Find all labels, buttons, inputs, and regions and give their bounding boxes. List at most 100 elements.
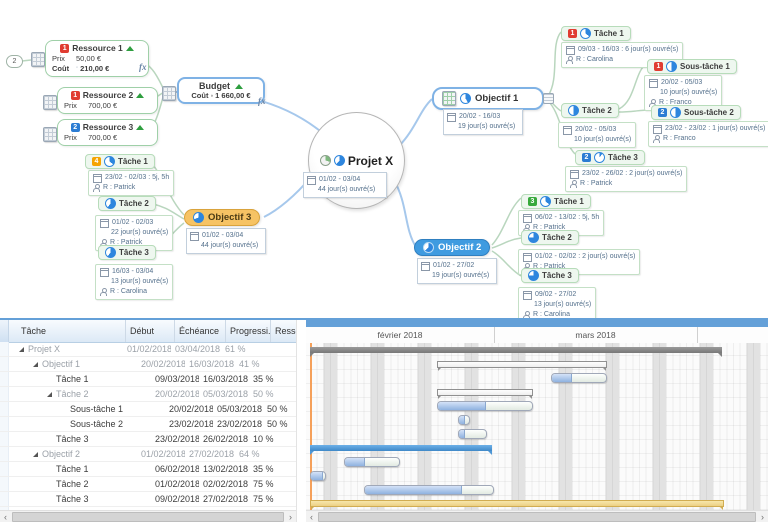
gantt-bar-objectif-1[interactable] xyxy=(437,361,607,368)
dates-text: 23/02 - 26/02 : 2 jour(s) ouvré(s) xyxy=(582,169,682,179)
scrollbar-thumb[interactable] xyxy=(12,512,284,522)
cell-end: 05/03/2018 xyxy=(199,387,249,401)
gantt-bar-tache-3[interactable] xyxy=(458,429,487,439)
clock-icon xyxy=(580,28,591,39)
cell-task: Tâche 3 xyxy=(56,432,89,446)
collapse-caret-icon[interactable] xyxy=(235,84,243,89)
node-objectif-3[interactable]: Objectif 3 xyxy=(184,209,260,226)
expand-arrow-icon[interactable] xyxy=(33,452,38,457)
gantt-bar-tache-1[interactable] xyxy=(551,373,607,383)
progress-pie-icon xyxy=(528,270,539,281)
spreadsheet-icon[interactable] xyxy=(162,86,176,101)
task-title: Sous-tâche 2 xyxy=(684,108,734,117)
duration-text: 19 jour(s) ouvré(s) xyxy=(458,122,515,132)
collapse-toggle[interactable] xyxy=(543,93,554,104)
table-row-objectif-1[interactable]: Objectif 1 20/02/2018 16/03/2018 41 % xyxy=(0,357,296,372)
gantt-horizontal-scrollbar[interactable]: ‹ › xyxy=(306,510,768,522)
spreadsheet-icon[interactable] xyxy=(43,127,57,142)
task-title: Tâche 1 xyxy=(118,157,148,166)
scroll-right-icon[interactable]: › xyxy=(285,511,296,522)
gantt-bar-projet-x[interactable] xyxy=(310,347,722,353)
dates-text: 01/02 - 02/03 xyxy=(112,218,153,228)
column-header-task[interactable]: Tâche xyxy=(9,320,126,342)
gantt-bar-sous-tache-1[interactable] xyxy=(437,401,533,411)
spreadsheet-icon[interactable] xyxy=(31,52,45,67)
cell-progress: 35 % xyxy=(249,462,293,476)
collapse-caret-icon[interactable] xyxy=(136,93,144,98)
cell-end: 13/02/2018 xyxy=(199,462,249,476)
cell-start: 09/03/2018 xyxy=(151,372,199,386)
spreadsheet-icon[interactable] xyxy=(43,95,57,110)
column-header-start[interactable]: Début xyxy=(126,320,175,342)
node-objectif-2[interactable]: Objectif 2 xyxy=(414,239,490,256)
table-row-tache-3[interactable]: Tâche 3 09/02/2018 27/02/2018 75 % Carol… xyxy=(0,492,296,507)
progress-pie-icon xyxy=(460,93,471,104)
connector-root-obj1 xyxy=(399,99,432,146)
person-icon xyxy=(570,180,577,188)
node-obj3-tache-3[interactable]: Tâche 3 16/03 - 03/04 13 jour(s) ouvré(s… xyxy=(95,245,173,300)
table-row-tache-1[interactable]: Tâche 1 09/03/2018 16/03/2018 35 % Carol… xyxy=(0,372,296,387)
column-header-resources[interactable]: Ressources xyxy=(271,320,297,342)
column-header-end[interactable]: Échéance xyxy=(175,320,226,342)
table-row-tache-2[interactable]: Tâche 2 20/02/2018 05/03/2018 50 % xyxy=(0,387,296,402)
collapsed-branch-count[interactable]: 2 xyxy=(6,55,23,68)
scroll-left-icon[interactable]: ‹ xyxy=(306,511,317,522)
expand-arrow-icon[interactable] xyxy=(33,362,38,367)
priority-badge: 2 xyxy=(658,108,667,117)
node-obj1-tache-2[interactable]: Tâche 2 20/02 - 05/03 10 jour(s) ouvré(s… xyxy=(558,103,636,148)
scroll-left-icon[interactable]: ‹ xyxy=(0,511,11,522)
grid-header: Tâche Début Échéance Progressi... Ressou… xyxy=(0,320,296,343)
gantt-bar-sous-tache-2[interactable] xyxy=(458,415,470,425)
node-title: Objectif 3 xyxy=(208,212,251,223)
node-budget[interactable]: Budget Coût◦1 660,00 € xyxy=(177,77,265,104)
node-obj3-tache-1[interactable]: 4Tâche 1 23/02 - 02/03 : 5j, 5h R : Patr… xyxy=(85,150,174,196)
node-ressource-1[interactable]: 1 Ressource 1 Prix50,00 € Coût◦210,00 € xyxy=(45,40,149,77)
gantt-bar-tache-3[interactable] xyxy=(364,485,494,495)
gantt-bar-objectif-2[interactable] xyxy=(310,445,492,451)
cell-resource: Carolina xyxy=(293,492,297,506)
gantt-bar-tache-1[interactable] xyxy=(344,457,400,467)
node-sous-tache-2[interactable]: 2Sous-tâche 2 23/02 - 23/02 : 1 jour(s) … xyxy=(648,101,768,147)
node-ressource-2[interactable]: 1 Ressource 2 Prix700,00 € xyxy=(57,87,158,114)
gantt-bar-tache-2[interactable] xyxy=(310,471,326,481)
table-row-sous-tache-2[interactable]: Sous-tâche 2 23/02/2018 23/02/2018 50 % … xyxy=(0,417,296,432)
table-row-projet-x[interactable]: Projet X 01/02/2018 03/04/2018 61 % xyxy=(0,342,296,357)
table-row-tache-3[interactable]: Tâche 3 23/02/2018 26/02/2018 10 % Patri… xyxy=(0,432,296,447)
dates-text: 09/02 - 27/02 xyxy=(535,290,576,300)
gantt-timescale[interactable]: février 2018 mars 2018 xyxy=(306,327,768,344)
duration-text: 10 jour(s) ouvré(s) xyxy=(660,88,717,98)
scroll-right-icon[interactable]: › xyxy=(757,511,768,522)
collapse-caret-icon[interactable] xyxy=(136,125,144,130)
node-ressource-3[interactable]: 2 Ressource 3 Prix700,00 € xyxy=(57,119,158,146)
scrollbar-thumb[interactable] xyxy=(318,512,756,522)
node-obj3-tache-2[interactable]: Tâche 2 01/02 - 02/03 22 jour(s) ouvré(s… xyxy=(95,196,173,251)
node-objectif-1[interactable]: Objectif 1 xyxy=(432,87,544,110)
dates-text: 16/03 - 03/04 xyxy=(112,267,153,277)
expand-arrow-icon[interactable] xyxy=(19,347,24,352)
calc-dot-icon: ◦ xyxy=(210,91,213,100)
table-row-tache-1[interactable]: Tâche 1 06/02/2018 13/02/2018 35 % Patri… xyxy=(0,462,296,477)
progress-pie-icon xyxy=(666,61,677,72)
dates-text: 01/02 - 03/04 xyxy=(202,231,243,241)
table-row-objectif-2[interactable]: Objectif 2 01/02/2018 27/02/2018 64 % xyxy=(0,447,296,462)
grid-horizontal-scrollbar[interactable]: ‹ › xyxy=(0,510,296,522)
table-row-sous-tache-1[interactable]: Sous-tâche 1 20/02/2018 05/03/2018 50 % … xyxy=(0,402,296,417)
expand-arrow-icon[interactable] xyxy=(47,392,52,397)
collapse-caret-icon[interactable] xyxy=(126,46,134,51)
node-obj2-tache-3[interactable]: Tâche 3 09/02 - 27/02 13 jour(s) ouvré(s… xyxy=(518,268,596,323)
node-obj1-tache-3[interactable]: 2Tâche 3 23/02 - 26/02 : 2 jour(s) ouvré… xyxy=(565,146,687,192)
gantt-body[interactable] xyxy=(306,343,768,510)
connector-obj1-t1 xyxy=(548,32,561,96)
calendar-icon xyxy=(523,214,532,223)
gantt-bar-objectif-3[interactable] xyxy=(310,500,724,507)
cell-task: Projet X xyxy=(28,342,60,356)
column-header-progress[interactable]: Progressi... xyxy=(226,320,271,342)
person-icon xyxy=(653,135,660,143)
connector-root-obj2 xyxy=(394,180,416,247)
clock-icon xyxy=(594,152,605,163)
cell-task: Sous-tâche 2 xyxy=(70,417,123,431)
gantt-bar-tache-2[interactable] xyxy=(437,389,533,396)
cell-start: 23/02/2018 xyxy=(151,432,199,446)
table-row-tache-2[interactable]: Tâche 2 01/02/2018 02/02/2018 75 % Patri… xyxy=(0,477,296,492)
mindmap-canvas[interactable]: 2 1 Ressource 1 Prix50,00 € Coût◦210,00 … xyxy=(0,0,768,318)
